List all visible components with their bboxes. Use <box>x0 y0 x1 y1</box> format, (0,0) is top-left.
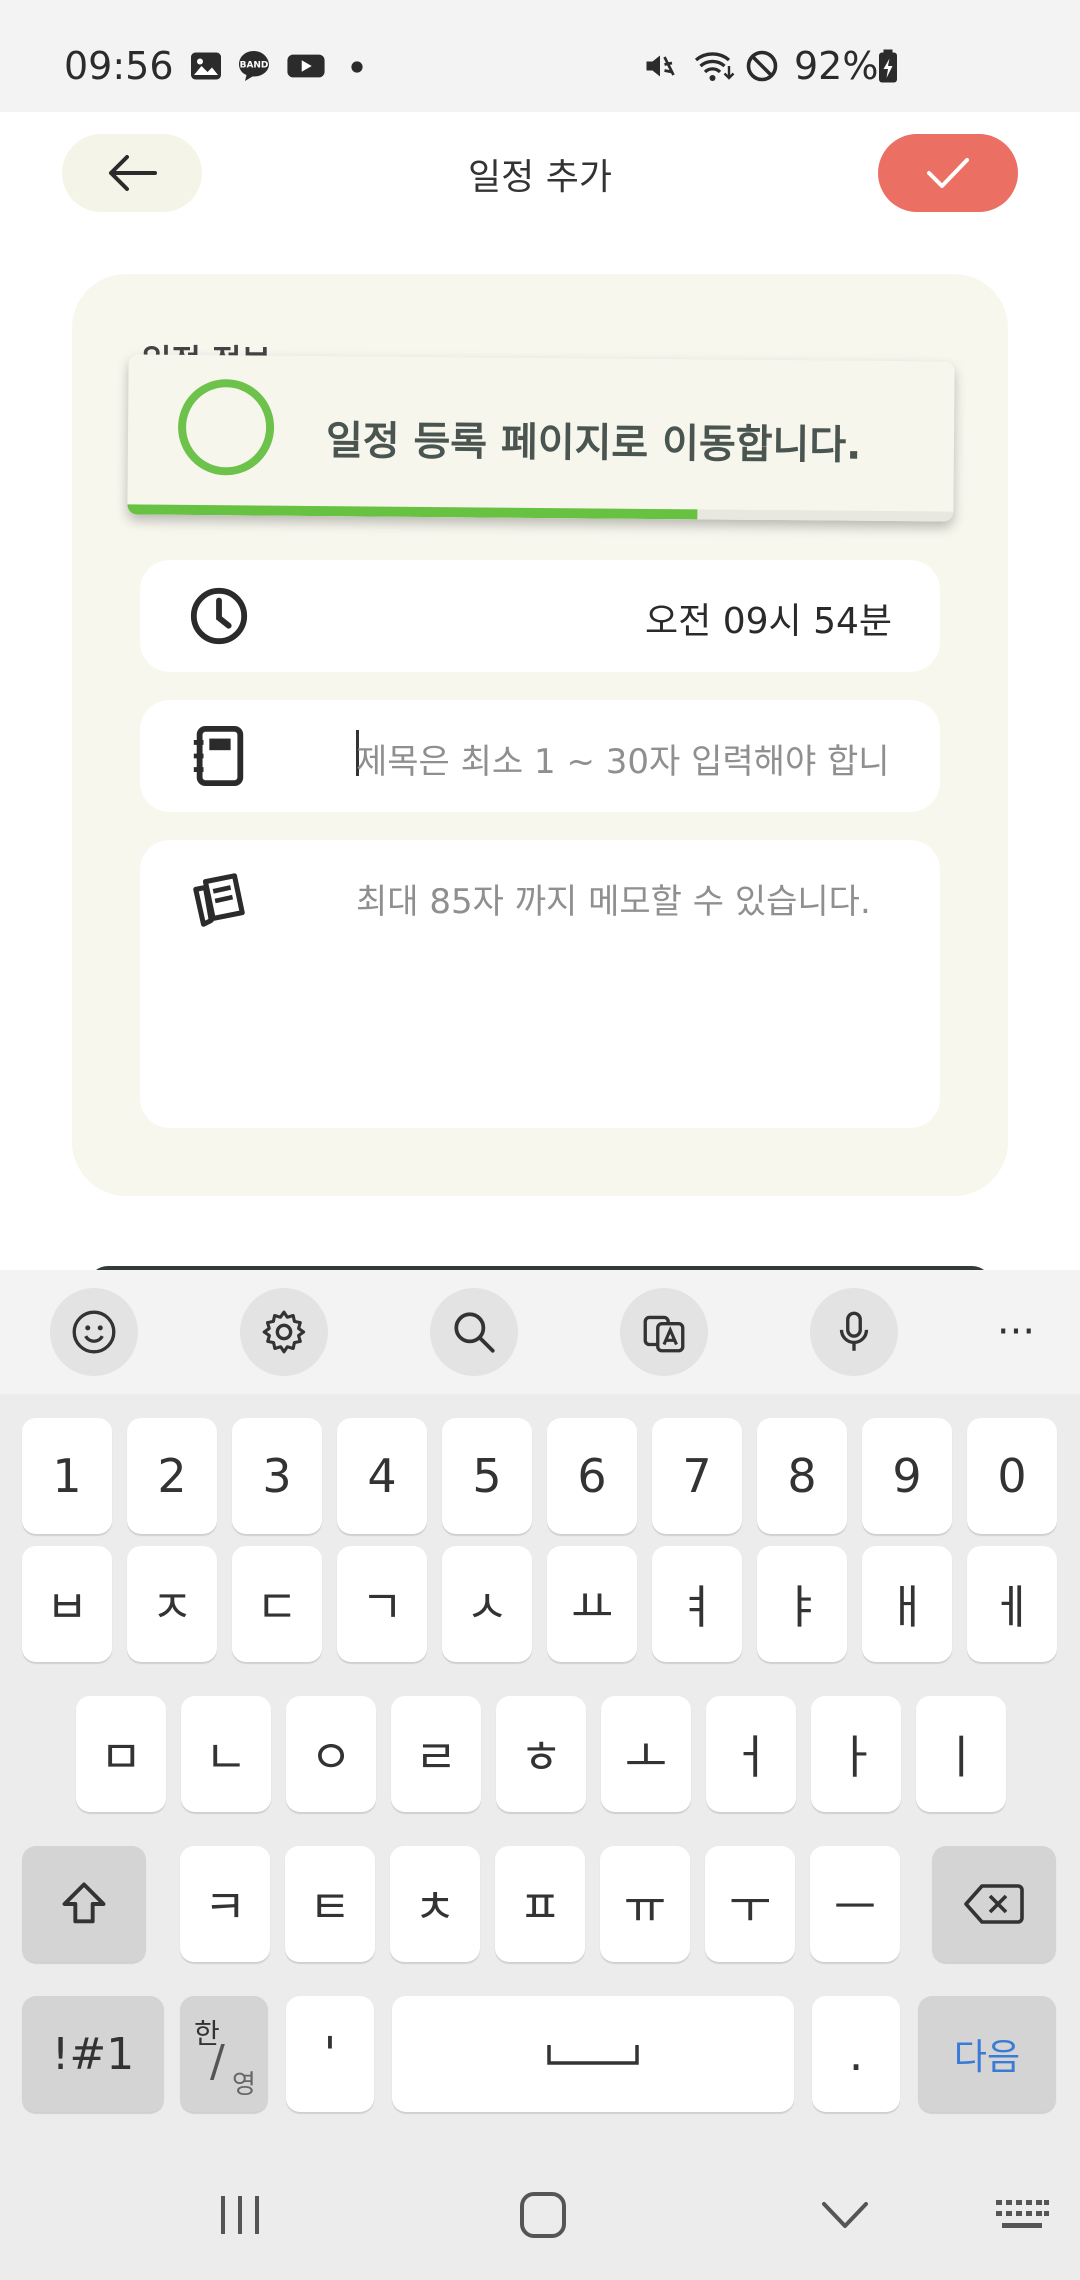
key-ㅂ[interactable]: ㅂ <box>22 1546 112 1662</box>
title-input[interactable]: 제목은 최소 1 ~ 30자 입력해야 합니 <box>356 734 890 783</box>
time-value: 오전 09시 54분 <box>645 601 892 642</box>
keyboard-hide-icon[interactable] <box>982 2180 1062 2250</box>
voice-input-button[interactable] <box>810 1288 898 1376</box>
key-ㅍ[interactable]: ㅍ <box>495 1846 585 1962</box>
youtube-icon <box>287 54 325 78</box>
key-ㅎ[interactable]: ㅎ <box>496 1696 586 1812</box>
check-icon <box>927 158 969 188</box>
memo-input[interactable]: 최대 85자 까지 메모할 수 있습니다. <box>356 874 871 923</box>
notebook-icon <box>193 725 244 787</box>
key-ㅋ[interactable]: ㅋ <box>180 1846 270 1962</box>
band-icon: BAND <box>239 51 269 81</box>
navigation-bar <box>0 2150 1080 2280</box>
title-row[interactable]: 제목은 최소 1 ~ 30자 입력해야 합니 <box>140 700 940 812</box>
wifi-icon <box>694 52 735 81</box>
key-9[interactable]: 9 <box>862 1418 952 1534</box>
key-ㅁ[interactable]: ㅁ <box>76 1696 166 1812</box>
shift-icon <box>62 1882 106 1924</box>
page-title: 일정 추가 <box>468 157 612 198</box>
keyboard-settings-button[interactable] <box>240 1288 328 1376</box>
backspace-icon <box>964 1884 1024 1924</box>
emoji-icon <box>72 1310 116 1354</box>
key-ㄱ[interactable]: ㄱ <box>337 1546 427 1662</box>
key-ㅛ[interactable]: ㅛ <box>547 1546 637 1662</box>
key-ㅣ[interactable]: ㅣ <box>916 1696 1006 1812</box>
key-ㅌ[interactable]: ㅌ <box>285 1846 375 1962</box>
space-icon <box>547 2045 639 2065</box>
confirm-button[interactable] <box>878 134 1018 212</box>
backspace-key[interactable] <box>932 1846 1056 1962</box>
memo-row[interactable]: 최대 85자 까지 메모할 수 있습니다. <box>140 840 940 1128</box>
next-key[interactable]: 다음 <box>918 1996 1056 2112</box>
translate-icon <box>643 1315 685 1353</box>
apostrophe-key[interactable]: ' <box>286 1996 374 2112</box>
key-ㅠ[interactable]: ㅠ <box>600 1846 690 1962</box>
key-ㅡ[interactable]: ㅡ <box>810 1846 900 1962</box>
battery-percent: 92% <box>794 44 879 88</box>
back-button[interactable] <box>62 134 202 212</box>
settings-icon <box>262 1310 306 1354</box>
clock-icon <box>190 587 248 645</box>
key-ㄴ[interactable]: ㄴ <box>181 1696 271 1812</box>
key-3[interactable]: 3 <box>232 1418 322 1534</box>
lang-label-english: 영 <box>232 2070 256 2100</box>
key-8[interactable]: 8 <box>757 1418 847 1534</box>
lang-slash: / <box>210 2036 225 2087</box>
mute-icon <box>646 55 675 77</box>
shift-key[interactable] <box>22 1846 146 1962</box>
key-ㅇ[interactable]: ㅇ <box>286 1696 376 1812</box>
mic-icon <box>839 1311 869 1351</box>
dot-icon <box>351 61 363 73</box>
keyboard-search-button[interactable] <box>430 1288 518 1376</box>
key-ㅔ[interactable]: ㅔ <box>967 1546 1057 1662</box>
space-key[interactable] <box>392 1996 794 2112</box>
key-5[interactable]: 5 <box>442 1418 532 1534</box>
key-ㅜ[interactable]: ㅜ <box>705 1846 795 1962</box>
toast-notification: 일정 등록 페이지로 이동합니다. <box>127 354 955 522</box>
home-icon[interactable] <box>508 2180 578 2250</box>
key-ㅈ[interactable]: ㅈ <box>127 1546 217 1662</box>
dnd-icon <box>746 50 778 82</box>
arrow-left-icon <box>109 155 157 191</box>
key-4[interactable]: 4 <box>337 1418 427 1534</box>
loading-ring-icon <box>177 378 275 476</box>
status-bar: 09:56 BAND 92% <box>0 0 1080 112</box>
status-time: 09:56 <box>64 44 174 88</box>
key-2[interactable]: 2 <box>127 1418 217 1534</box>
key-ㅓ[interactable]: ㅓ <box>706 1696 796 1812</box>
recents-icon[interactable] <box>205 2180 275 2250</box>
key-ㅐ[interactable]: ㅐ <box>862 1546 952 1662</box>
language-switch-key[interactable]: 한 / 영 <box>180 1996 268 2112</box>
key-ㅗ[interactable]: ㅗ <box>601 1696 691 1812</box>
more-icon[interactable]: ··· <box>972 1288 1060 1376</box>
key-0[interactable]: 0 <box>967 1418 1057 1534</box>
gallery-icon <box>191 52 221 80</box>
back-chevron-icon[interactable] <box>810 2180 880 2250</box>
translate-button[interactable] <box>620 1288 708 1376</box>
key-ㅑ[interactable]: ㅑ <box>757 1546 847 1662</box>
search-icon <box>454 1312 495 1353</box>
time-row[interactable]: 오전 09시 54분 <box>140 560 940 672</box>
period-key[interactable]: . <box>812 1996 900 2112</box>
memo-icon <box>193 873 245 927</box>
key-ㅅ[interactable]: ㅅ <box>442 1546 532 1662</box>
battery-charging-icon <box>879 49 897 83</box>
toast-message: 일정 등록 페이지로 이동합니다. <box>325 418 862 469</box>
key-7[interactable]: 7 <box>652 1418 742 1534</box>
key-6[interactable]: 6 <box>547 1418 637 1534</box>
emoji-button[interactable] <box>50 1288 138 1376</box>
key-ㅊ[interactable]: ㅊ <box>390 1846 480 1962</box>
key-ㄷ[interactable]: ㄷ <box>232 1546 322 1662</box>
key-ㅕ[interactable]: ㅕ <box>652 1546 742 1662</box>
key-ㅏ[interactable]: ㅏ <box>811 1696 901 1812</box>
symbols-key[interactable]: !#1 <box>22 1996 164 2112</box>
key-1[interactable]: 1 <box>22 1418 112 1534</box>
keyboard-toolbar: ··· <box>0 1270 1080 1394</box>
svg-text:BAND: BAND <box>240 61 269 71</box>
key-ㄹ[interactable]: ㄹ <box>391 1696 481 1812</box>
